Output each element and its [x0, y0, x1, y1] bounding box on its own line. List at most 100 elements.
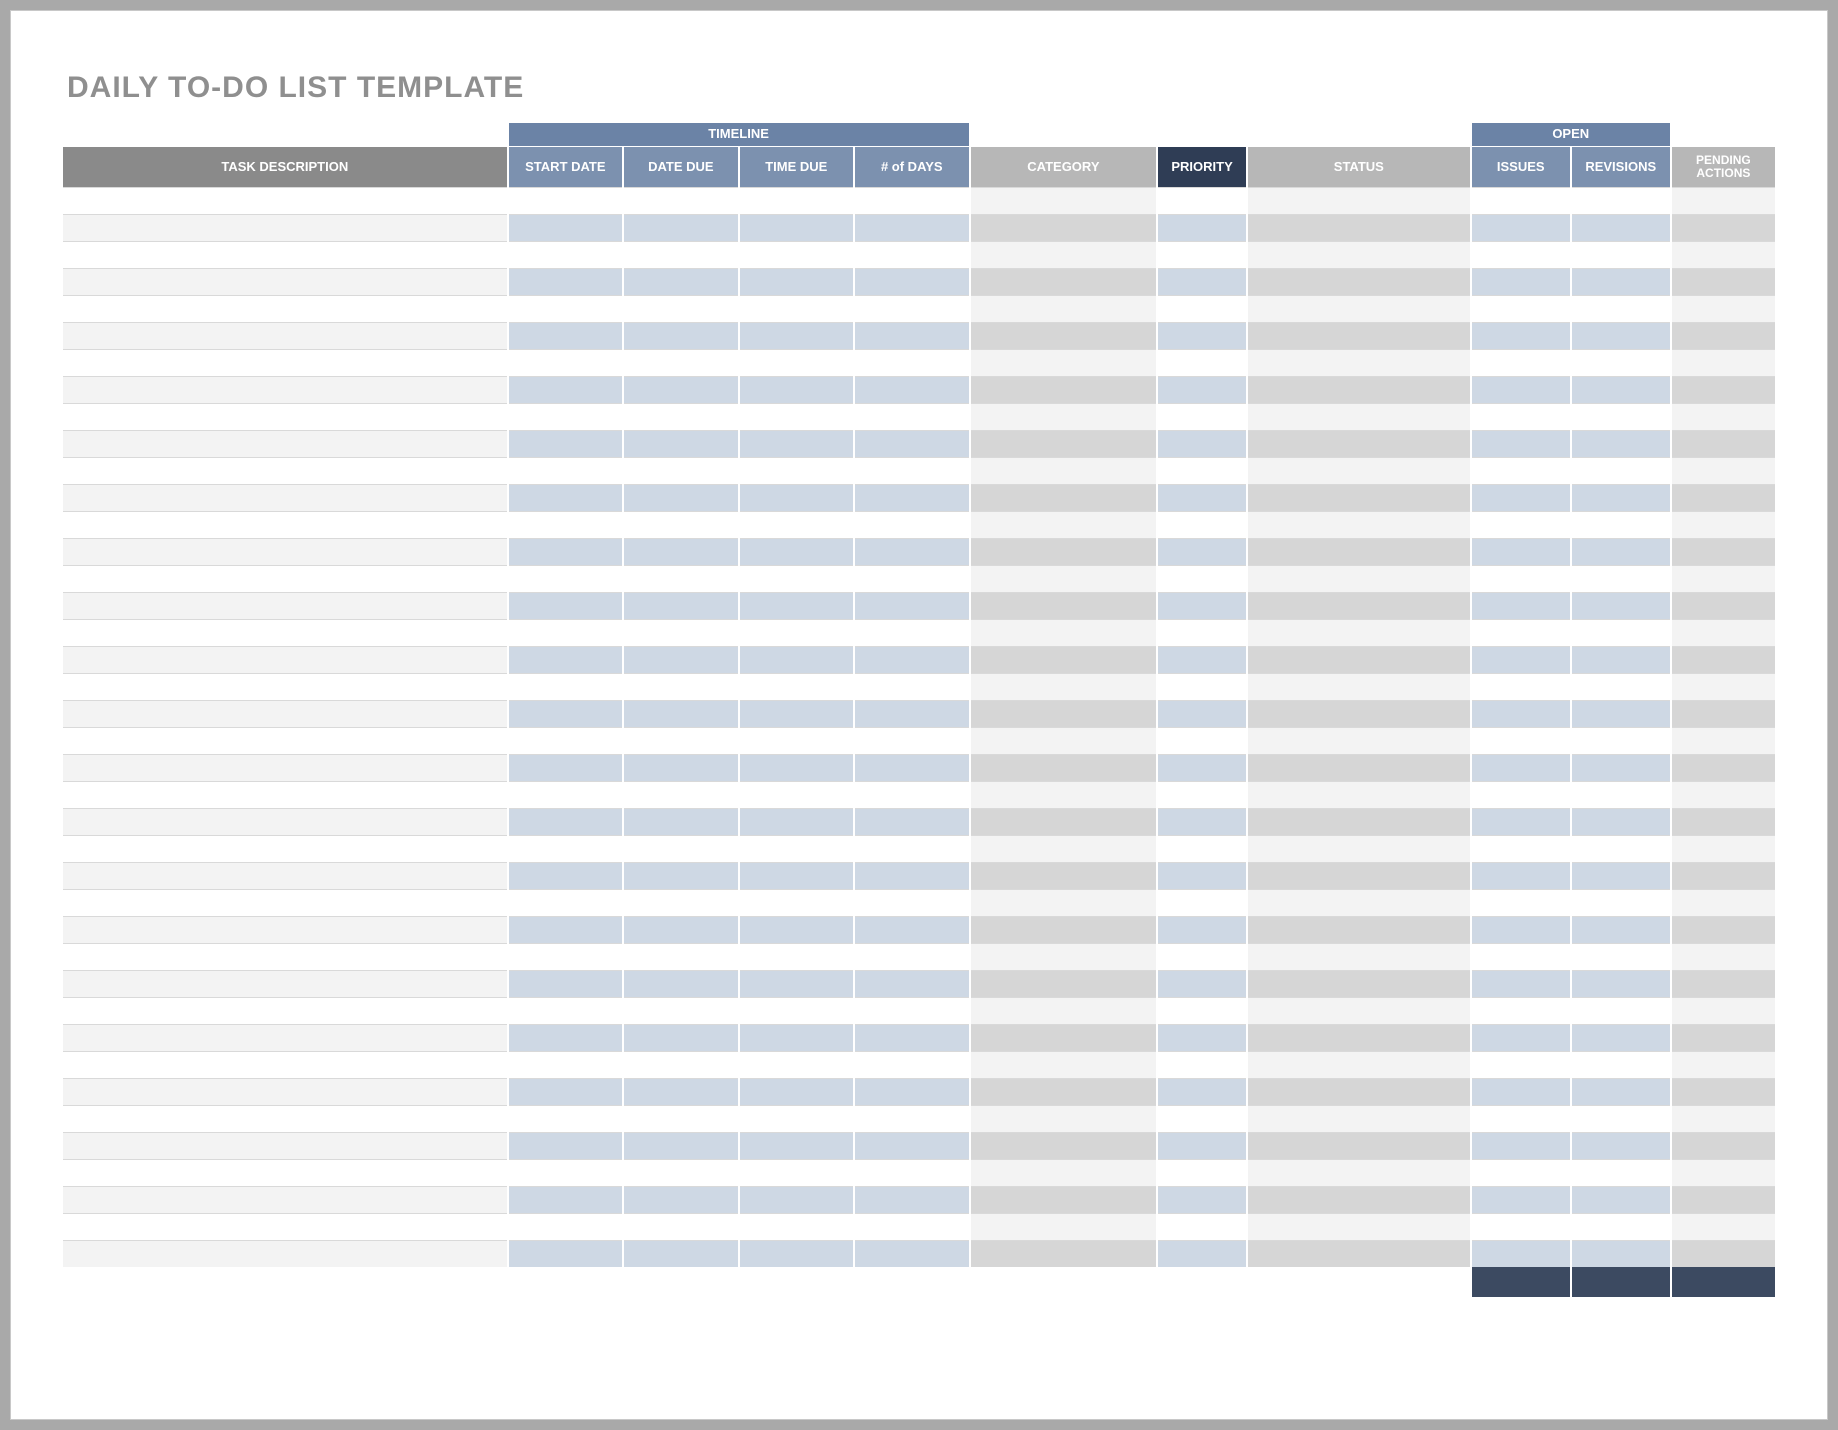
cell-time-due[interactable] [740, 457, 853, 484]
cell-revisions[interactable] [1572, 214, 1670, 241]
cell-revisions[interactable] [1572, 1051, 1670, 1078]
cell-priority[interactable] [1158, 457, 1246, 484]
cell-task-description[interactable] [63, 214, 507, 241]
cell-status[interactable] [1248, 997, 1470, 1024]
cell-time-due[interactable] [740, 592, 853, 619]
cell-issues[interactable] [1472, 295, 1570, 322]
cell-issues[interactable] [1472, 241, 1570, 268]
cell-issues[interactable] [1472, 1105, 1570, 1132]
cell-task-description[interactable] [63, 376, 507, 403]
cell-status[interactable] [1248, 619, 1470, 646]
cell-time-due[interactable] [740, 268, 853, 295]
cell-category[interactable] [971, 430, 1157, 457]
cell-date-due[interactable] [624, 295, 737, 322]
cell-status[interactable] [1248, 673, 1470, 700]
cell-num-days[interactable] [855, 1213, 969, 1240]
cell-start-date[interactable] [509, 349, 622, 376]
cell-date-due[interactable] [624, 781, 737, 808]
cell-category[interactable] [971, 1024, 1157, 1051]
cell-priority[interactable] [1158, 943, 1246, 970]
cell-status[interactable] [1248, 322, 1470, 349]
cell-start-date[interactable] [509, 322, 622, 349]
cell-date-due[interactable] [624, 700, 737, 727]
cell-task-description[interactable] [63, 997, 507, 1024]
cell-priority[interactable] [1158, 835, 1246, 862]
cell-num-days[interactable] [855, 619, 969, 646]
cell-category[interactable] [971, 565, 1157, 592]
cell-start-date[interactable] [509, 700, 622, 727]
cell-status[interactable] [1248, 484, 1470, 511]
cell-date-due[interactable] [624, 808, 737, 835]
cell-pending-actions[interactable] [1672, 943, 1775, 970]
cell-priority[interactable] [1158, 673, 1246, 700]
cell-date-due[interactable] [624, 943, 737, 970]
cell-category[interactable] [971, 403, 1157, 430]
cell-start-date[interactable] [509, 187, 622, 214]
cell-category[interactable] [971, 295, 1157, 322]
cell-time-due[interactable] [740, 943, 853, 970]
cell-category[interactable] [971, 727, 1157, 754]
cell-date-due[interactable] [624, 457, 737, 484]
cell-status[interactable] [1248, 1240, 1470, 1267]
cell-num-days[interactable] [855, 646, 969, 673]
cell-category[interactable] [971, 1186, 1157, 1213]
cell-revisions[interactable] [1572, 754, 1670, 781]
cell-pending-actions[interactable] [1672, 1213, 1775, 1240]
cell-time-due[interactable] [740, 997, 853, 1024]
cell-category[interactable] [971, 484, 1157, 511]
cell-time-due[interactable] [740, 1024, 853, 1051]
cell-pending-actions[interactable] [1672, 322, 1775, 349]
cell-issues[interactable] [1472, 511, 1570, 538]
cell-task-description[interactable] [63, 727, 507, 754]
cell-num-days[interactable] [855, 1105, 969, 1132]
cell-issues[interactable] [1472, 214, 1570, 241]
cell-issues[interactable] [1472, 754, 1570, 781]
cell-task-description[interactable] [63, 268, 507, 295]
cell-pending-actions[interactable] [1672, 1132, 1775, 1159]
cell-task-description[interactable] [63, 1078, 507, 1105]
cell-start-date[interactable] [509, 1078, 622, 1105]
cell-date-due[interactable] [624, 511, 737, 538]
cell-date-due[interactable] [624, 1159, 737, 1186]
cell-time-due[interactable] [740, 970, 853, 997]
cell-priority[interactable] [1158, 997, 1246, 1024]
cell-pending-actions[interactable] [1672, 484, 1775, 511]
cell-time-due[interactable] [740, 1240, 853, 1267]
cell-start-date[interactable] [509, 673, 622, 700]
cell-priority[interactable] [1158, 241, 1246, 268]
cell-pending-actions[interactable] [1672, 781, 1775, 808]
cell-date-due[interactable] [624, 970, 737, 997]
cell-pending-actions[interactable] [1672, 835, 1775, 862]
cell-revisions[interactable] [1572, 700, 1670, 727]
cell-priority[interactable] [1158, 916, 1246, 943]
cell-category[interactable] [971, 538, 1157, 565]
cell-task-description[interactable] [63, 943, 507, 970]
cell-num-days[interactable] [855, 1159, 969, 1186]
cell-time-due[interactable] [740, 1159, 853, 1186]
cell-revisions[interactable] [1572, 484, 1670, 511]
cell-num-days[interactable] [855, 538, 969, 565]
cell-priority[interactable] [1158, 754, 1246, 781]
cell-task-description[interactable] [63, 1024, 507, 1051]
cell-date-due[interactable] [624, 349, 737, 376]
cell-pending-actions[interactable] [1672, 970, 1775, 997]
cell-revisions[interactable] [1572, 673, 1670, 700]
cell-time-due[interactable] [740, 403, 853, 430]
cell-priority[interactable] [1158, 538, 1246, 565]
cell-issues[interactable] [1472, 862, 1570, 889]
cell-date-due[interactable] [624, 484, 737, 511]
cell-category[interactable] [971, 187, 1157, 214]
cell-date-due[interactable] [624, 916, 737, 943]
cell-num-days[interactable] [855, 889, 969, 916]
cell-revisions[interactable] [1572, 376, 1670, 403]
cell-status[interactable] [1248, 376, 1470, 403]
cell-pending-actions[interactable] [1672, 997, 1775, 1024]
cell-date-due[interactable] [624, 1078, 737, 1105]
cell-revisions[interactable] [1572, 889, 1670, 916]
cell-task-description[interactable] [63, 430, 507, 457]
cell-start-date[interactable] [509, 511, 622, 538]
cell-revisions[interactable] [1572, 322, 1670, 349]
cell-category[interactable] [971, 376, 1157, 403]
cell-status[interactable] [1248, 1186, 1470, 1213]
cell-pending-actions[interactable] [1672, 565, 1775, 592]
